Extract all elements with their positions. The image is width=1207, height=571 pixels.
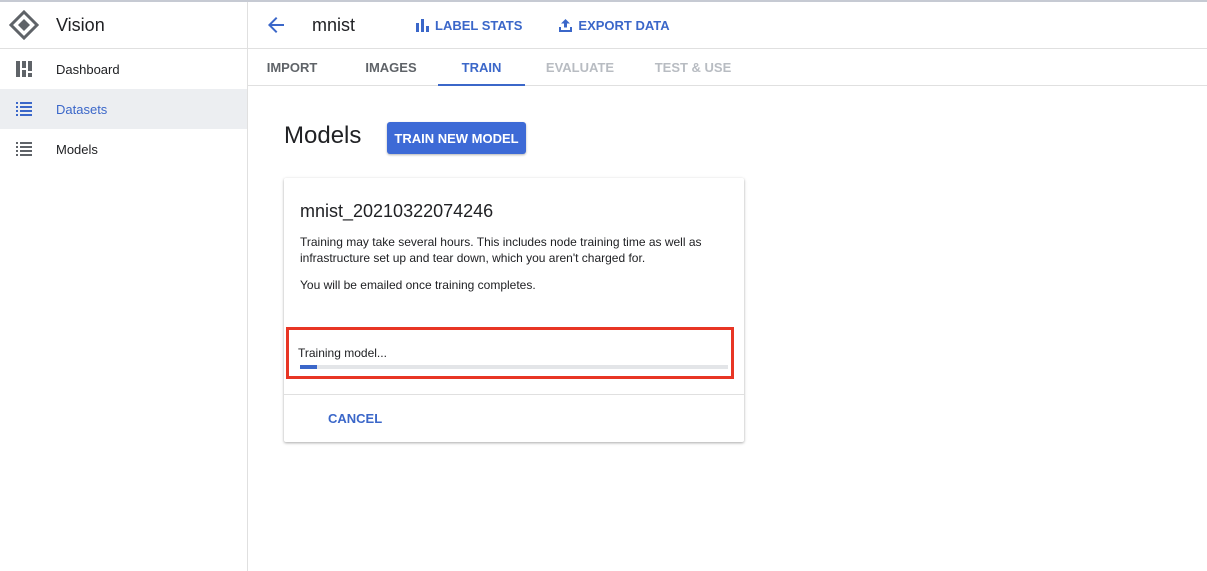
sidebar: Vision Dashboard Datasets Models — [0, 2, 248, 571]
section-title: Models — [284, 122, 362, 149]
progress-label: Training model... — [298, 346, 387, 360]
model-name: mnist_20210322074246 — [300, 201, 494, 221]
tab-test-and-use: TEST & USE — [654, 59, 732, 75]
vision-logo-icon — [8, 9, 40, 41]
label-stats-button[interactable]: LABEL STATS — [415, 18, 522, 33]
training-description: Training may take several hours. This in… — [300, 235, 702, 265]
sidebar-item-label: Datasets — [56, 101, 108, 117]
export-data-button[interactable]: EXPORT DATA — [558, 17, 670, 33]
progress-fill — [300, 365, 318, 369]
card-divider — [284, 394, 744, 395]
arrow-back-icon — [268, 17, 284, 33]
email-note: You will be emailed once training comple… — [300, 278, 536, 292]
tab-evaluate: EVALUATE — [545, 59, 615, 75]
page-header: mnist LABEL STATS EXPORT DATA — [248, 2, 1207, 49]
sidebar-item-dashboard[interactable]: Dashboard — [0, 49, 247, 89]
page-title: mnist — [312, 14, 356, 35]
app-name: Vision — [56, 14, 105, 35]
app-brand: Vision — [0, 2, 247, 49]
upload-icon — [558, 18, 572, 32]
label-stats-label: LABEL STATS — [435, 17, 523, 33]
sidebar-item-models[interactable]: Models — [0, 129, 247, 169]
model-training-card: mnist_20210322074246 Training may take s… — [284, 178, 744, 442]
progress-bar — [300, 365, 728, 369]
dashboard-icon — [15, 60, 33, 78]
sidebar-item-datasets[interactable]: Datasets — [0, 89, 247, 129]
tab-train[interactable]: TRAIN — [438, 49, 525, 86]
sidebar-item-label: Models — [56, 141, 98, 157]
bar-chart-icon — [415, 18, 429, 32]
train-new-model-button[interactable]: TRAIN NEW MODEL — [387, 122, 526, 154]
list-icon — [15, 100, 33, 118]
tab-images[interactable]: IMAGES — [354, 49, 428, 85]
export-data-label: EXPORT DATA — [578, 17, 670, 33]
sidebar-item-label: Dashboard — [56, 61, 120, 77]
list-icon — [15, 140, 33, 158]
cancel-button[interactable]: CANCEL — [312, 402, 392, 434]
back-button[interactable] — [264, 13, 288, 37]
tab-bar: IMPORT IMAGES TRAIN EVALUATE TEST & USE — [248, 49, 1207, 86]
tab-import[interactable]: IMPORT — [258, 49, 326, 85]
